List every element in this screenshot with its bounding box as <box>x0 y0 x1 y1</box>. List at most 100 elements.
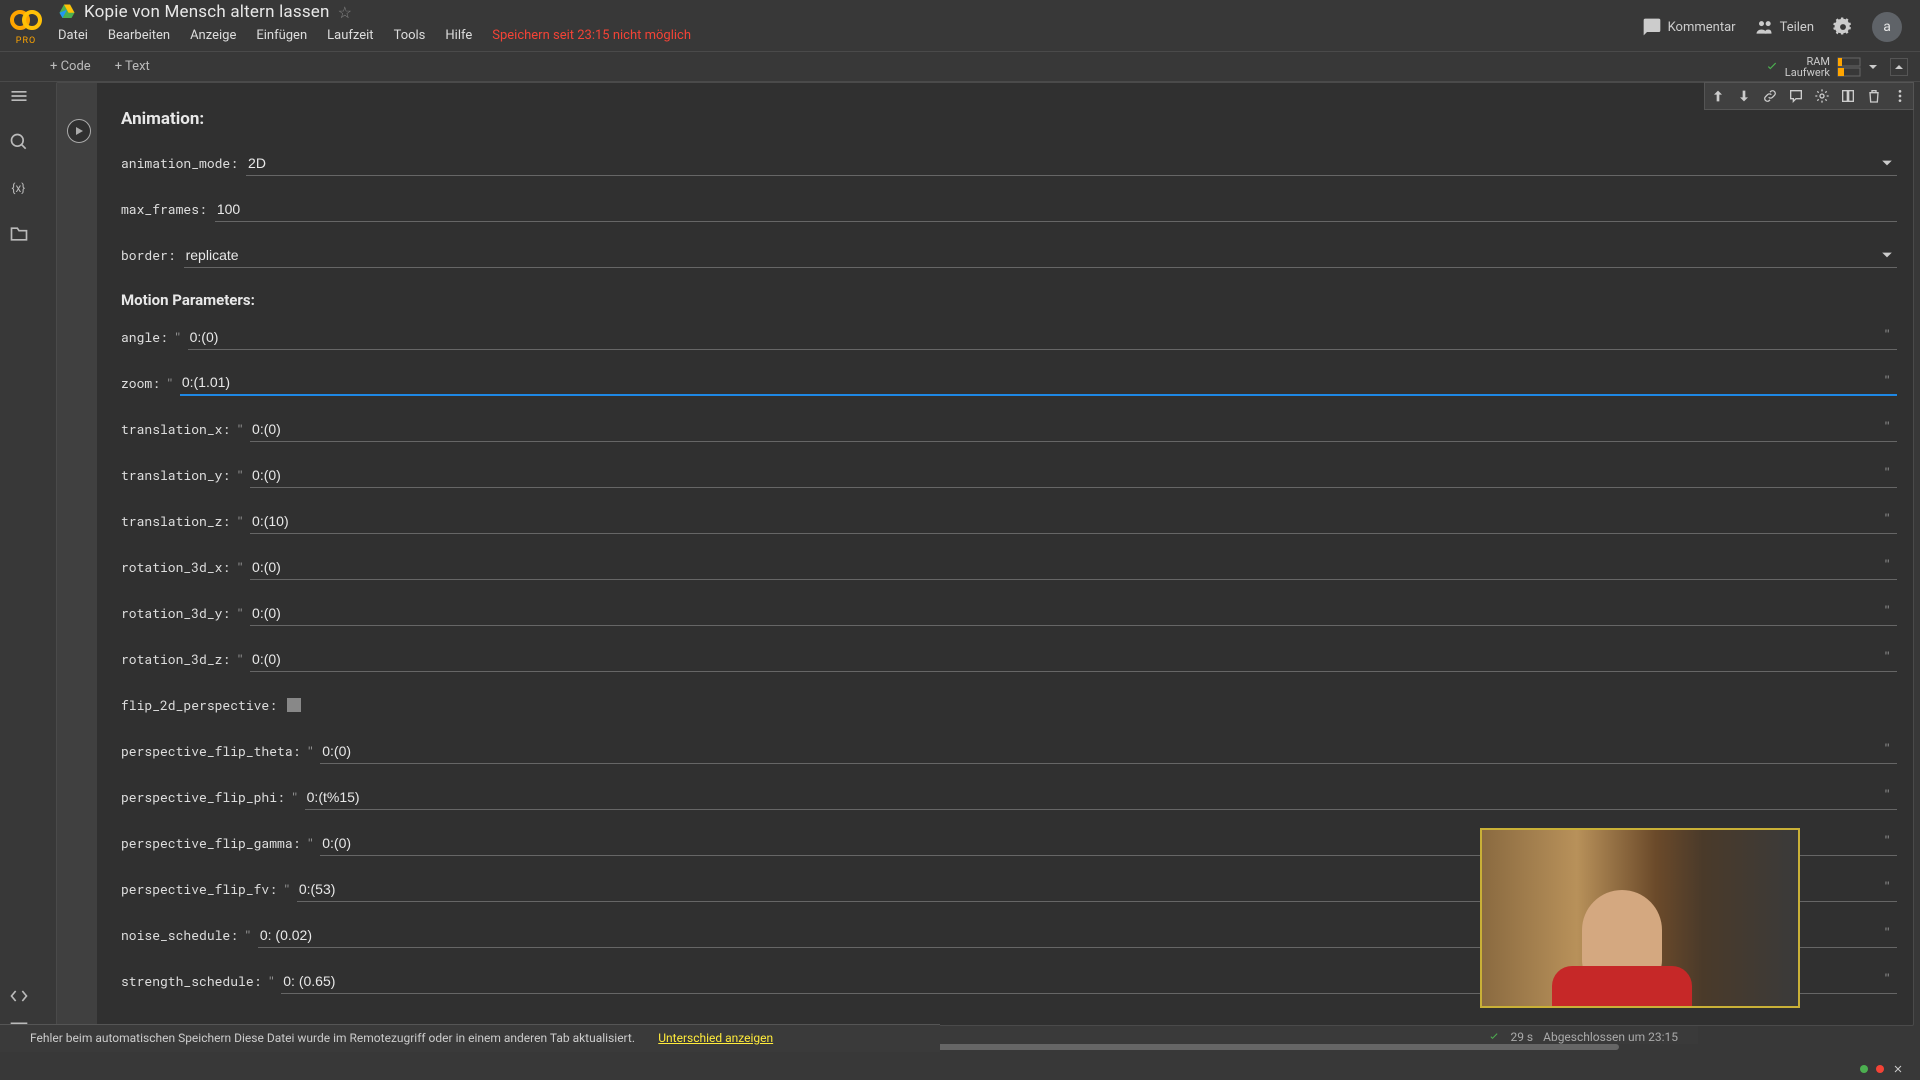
logo-area: PRO <box>8 0 44 46</box>
disk-label: Laufwerk <box>1785 67 1830 78</box>
quote-icon: " <box>1877 417 1897 435</box>
quote-icon: " <box>1877 877 1897 895</box>
input-perspective-theta[interactable] <box>320 739 1897 764</box>
label-animation-mode: animation_mode: <box>121 154 238 172</box>
label-perspective-fv: perspective_flip_fv: <box>121 880 277 898</box>
input-max-frames[interactable] <box>215 197 1897 222</box>
check-icon <box>1765 60 1779 74</box>
quote-icon: " <box>230 420 250 438</box>
cell-gutter <box>57 83 97 1025</box>
link-button[interactable] <box>1757 83 1783 109</box>
input-rotation-3d-z[interactable] <box>250 647 1897 672</box>
resource-bars-icon <box>1836 56 1862 78</box>
autosave-error-banner: Fehler beim automatischen Speichern Dies… <box>0 1024 940 1052</box>
ram-label: RAM <box>1785 56 1830 67</box>
motion-heading: Motion Parameters: <box>121 291 1897 309</box>
connection-status <box>1860 1063 1904 1075</box>
toc-icon[interactable] <box>9 86 29 106</box>
delete-button[interactable] <box>1861 83 1887 109</box>
quote-icon: " <box>238 926 258 944</box>
row-perspective-theta: perspective_flip_theta: " " <box>121 733 1897 769</box>
files-icon[interactable] <box>9 224 29 244</box>
svg-text:{x}: {x} <box>12 181 26 195</box>
colab-logo-icon[interactable] <box>8 2 44 38</box>
menu-einfugen[interactable]: Einfügen <box>256 28 307 43</box>
input-animation-mode[interactable] <box>246 151 1897 176</box>
menu-tools[interactable]: Tools <box>394 28 426 43</box>
quote-icon: " <box>230 512 250 530</box>
input-rotation-3d-x[interactable] <box>250 555 1897 580</box>
comment-button[interactable]: Kommentar <box>1642 17 1736 37</box>
menu-datei[interactable]: Datei <box>58 28 88 43</box>
label-translation-x: translation_x: <box>121 420 230 438</box>
more-button[interactable] <box>1887 83 1913 109</box>
drive-icon <box>58 3 76 21</box>
left-rail: {x} <box>0 82 38 244</box>
quote-icon: " <box>230 604 250 622</box>
avatar[interactable]: a <box>1872 12 1902 42</box>
chevron-up-icon <box>1894 62 1904 72</box>
quote-icon: " <box>300 834 320 852</box>
row-animation-mode: animation_mode: <box>121 145 1897 181</box>
input-border[interactable] <box>184 243 1897 268</box>
play-icon <box>74 126 84 136</box>
title-menu: Kopie von Mensch altern lassen ☆ Datei B… <box>44 0 1642 43</box>
input-translation-z[interactable] <box>250 509 1897 534</box>
menu-hilfe[interactable]: Hilfe <box>445 28 472 43</box>
document-title[interactable]: Kopie von Mensch altern lassen <box>84 2 330 22</box>
row-perspective-phi: perspective_flip_phi: " " <box>121 779 1897 815</box>
close-icon[interactable] <box>1892 1063 1904 1075</box>
input-translation-x[interactable] <box>250 417 1897 442</box>
error-message: Fehler beim automatischen Speichern Dies… <box>30 1031 635 1045</box>
run-cell-button[interactable] <box>67 119 91 143</box>
checkbox-flip-2d[interactable] <box>287 698 301 712</box>
comment-label: Kommentar <box>1668 20 1736 35</box>
gear-icon[interactable] <box>1832 16 1854 38</box>
label-strength-schedule: strength_schedule: <box>121 972 261 990</box>
add-text-button[interactable]: + Text <box>115 59 150 74</box>
quote-icon: " <box>1877 555 1897 573</box>
quote-icon: " <box>1877 371 1897 389</box>
label-angle: angle: <box>121 328 168 346</box>
share-button[interactable]: Teilen <box>1754 17 1814 37</box>
menu-anzeige[interactable]: Anzeige <box>190 28 236 43</box>
comment-icon <box>1642 17 1662 37</box>
toolbar: + Code + Text RAM Laufwerk <box>0 52 1920 82</box>
label-rotation-3d-x: rotation_3d_x: <box>121 558 230 576</box>
input-translation-y[interactable] <box>250 463 1897 488</box>
quote-icon: " <box>1877 923 1897 941</box>
label-border: border: <box>121 246 176 264</box>
search-icon[interactable] <box>9 132 29 152</box>
row-translation-y: translation_y: " " <box>121 457 1897 493</box>
row-translation-z: translation_z: " " <box>121 503 1897 539</box>
menu-bearbeiten[interactable]: Bearbeiten <box>108 28 170 43</box>
add-code-button[interactable]: + Code <box>50 59 91 74</box>
row-zoom: zoom: " " <box>121 365 1897 401</box>
star-icon[interactable]: ☆ <box>338 3 352 22</box>
input-zoom[interactable] <box>180 370 1897 396</box>
show-diff-link[interactable]: Unterschied anzeigen <box>658 1031 773 1045</box>
collapse-button[interactable] <box>1890 58 1908 76</box>
input-perspective-phi[interactable] <box>305 785 1897 810</box>
quote-icon: " <box>1877 325 1897 343</box>
status-dot-green-icon <box>1860 1065 1868 1073</box>
row-flip-2d-perspective: flip_2d_perspective: <box>121 687 1897 723</box>
variables-icon[interactable]: {x} <box>9 178 29 198</box>
input-rotation-3d-y[interactable] <box>250 601 1897 626</box>
mirror-button[interactable] <box>1835 83 1861 109</box>
move-up-button[interactable] <box>1705 83 1731 109</box>
input-angle[interactable] <box>188 325 1897 350</box>
runtime-status[interactable]: RAM Laufwerk <box>1765 56 1878 78</box>
quote-icon: " <box>168 328 188 346</box>
cell-settings-button[interactable] <box>1809 83 1835 109</box>
cell-toolbar <box>1704 82 1914 110</box>
label-zoom: zoom: <box>121 374 160 392</box>
check-icon <box>1488 1031 1500 1043</box>
cell-comment-button[interactable] <box>1783 83 1809 109</box>
label-perspective-phi: perspective_flip_phi: <box>121 788 285 806</box>
snippets-icon[interactable] <box>9 986 29 1006</box>
animation-heading: Animation: <box>121 109 1897 129</box>
move-down-button[interactable] <box>1731 83 1757 109</box>
menu-laufzeit[interactable]: Laufzeit <box>327 28 373 43</box>
label-perspective-theta: perspective_flip_theta: <box>121 742 300 760</box>
